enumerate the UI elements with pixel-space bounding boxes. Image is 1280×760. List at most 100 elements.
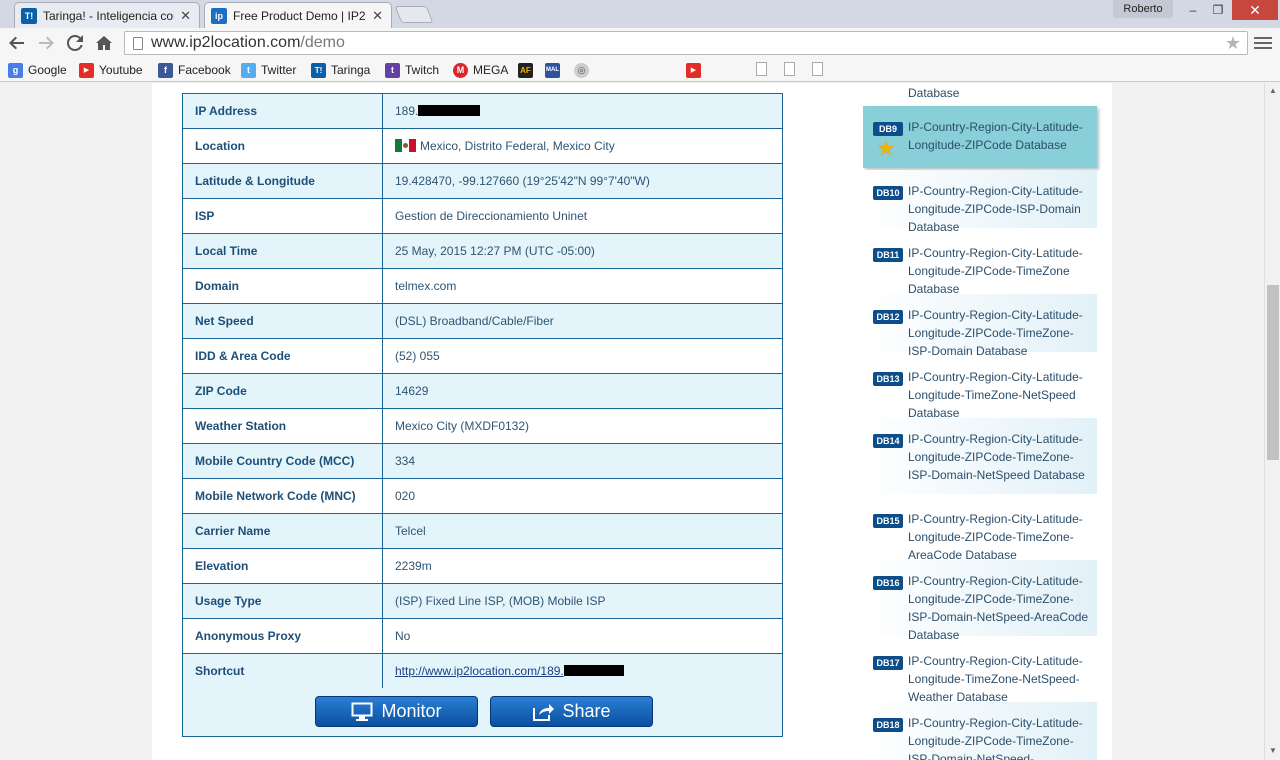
- tab-taringa[interactable]: T! Taringa! - Inteligencia colectiva ✕: [14, 2, 200, 28]
- sidebar-item-label: IP-Country-Region-City-Latitude-Longitud…: [908, 512, 1083, 562]
- db-badge: DB10: [873, 186, 903, 200]
- row-value-cell: Mexico City (MXDF0132): [382, 408, 783, 444]
- bookmark-taringa[interactable]: T! Taringa: [311, 62, 370, 78]
- page-icon: [784, 62, 795, 76]
- row-label: Elevation: [182, 548, 383, 584]
- row-label: Mobile Network Code (MNC): [182, 478, 383, 514]
- bookmark-facebook[interactable]: f Facebook: [158, 62, 231, 78]
- sidebar-item-label: IP-Country-Region-City-Latitude-Longitud…: [908, 574, 1089, 642]
- row-value-cell: (DSL) Broadband/Cable/Fiber: [382, 303, 783, 339]
- bookmark-film[interactable]: ◎: [574, 62, 594, 78]
- table-row: Weather Station Mexico City (MXDF0132): [182, 408, 783, 444]
- close-window-button[interactable]: ✕: [1232, 0, 1278, 20]
- bookmark-youtube-2[interactable]: ▶: [686, 62, 706, 78]
- profile-button[interactable]: Roberto: [1113, 0, 1173, 18]
- address-bar[interactable]: www.ip2location.com/demo ★: [124, 31, 1248, 55]
- sidebar-item-db13[interactable]: DB13 IP-Country-Region-City-Latitude-Long…: [863, 356, 1097, 420]
- new-tab-button[interactable]: [394, 6, 434, 23]
- close-tab-icon[interactable]: ✕: [372, 8, 383, 24]
- bookmark-google[interactable]: g Google: [8, 62, 67, 78]
- minimize-button[interactable]: –: [1183, 0, 1203, 20]
- table-row: Shortcut http://www.ip2location.com/189.: [182, 653, 783, 689]
- table-row: Latitude & Longitude 19.428470, -99.12766…: [182, 163, 783, 199]
- taringa-icon: T!: [311, 62, 326, 78]
- bookmarks-bar: g Google ▶ Youtube f Facebook t Twitter T! Ta…: [0, 58, 1280, 82]
- scrollbar-thumb[interactable]: [1267, 285, 1279, 460]
- db-badge: DB16: [873, 576, 903, 590]
- sidebar-item-label: IP-Country-Region-City-Latitude-Longitud…: [908, 246, 1083, 296]
- bookmark-label: Google: [28, 63, 67, 77]
- row-label: ISP: [182, 198, 383, 234]
- row-value: 2239m: [395, 559, 432, 573]
- row-value-cell: 334: [382, 443, 783, 479]
- sidebar-item-db14[interactable]: DB14 IP-Country-Region-City-Latitude-Long…: [863, 418, 1097, 494]
- bookmark-star-icon[interactable]: ★: [1225, 33, 1241, 54]
- facebook-icon: f: [158, 62, 173, 78]
- monitor-button[interactable]: Monitor: [315, 696, 478, 727]
- forward-button[interactable]: [35, 32, 57, 54]
- close-tab-icon[interactable]: ✕: [180, 8, 191, 24]
- db-badge: DB13: [873, 372, 903, 386]
- row-value-cell: Telcel: [382, 513, 783, 549]
- row-label: Net Speed: [182, 303, 383, 339]
- row-label: Local Time: [182, 233, 383, 269]
- bookmark-mega[interactable]: M MEGA: [453, 62, 508, 78]
- row-label: Anonymous Proxy: [182, 618, 383, 654]
- row-value-cell[interactable]: http://www.ip2location.com/189.: [382, 653, 783, 689]
- twitch-icon: t: [385, 62, 400, 78]
- home-button[interactable]: [93, 32, 115, 54]
- share-button[interactable]: Share: [490, 696, 653, 727]
- reload-button[interactable]: [64, 32, 86, 54]
- row-value-cell: 020: [382, 478, 783, 514]
- row-label: Weather Station: [182, 408, 383, 444]
- row-value: telmex.com: [395, 279, 457, 293]
- maximize-button[interactable]: ❐: [1207, 0, 1229, 20]
- chrome-menu-button[interactable]: [1254, 33, 1272, 53]
- sidebar-item-db17[interactable]: DB17 IP-Country-Region-City-Latitude-Long…: [863, 640, 1097, 704]
- sidebar-item-db16[interactable]: DB16 IP-Country-Region-City-Latitude-Long…: [863, 560, 1097, 642]
- shortcut-link[interactable]: http://www.ip2location.com/189.: [395, 664, 564, 678]
- bookmark-label: Twitch: [405, 63, 440, 77]
- sidebar-item-db11[interactable]: DB11 IP-Country-Region-City-Latitude-Long…: [863, 232, 1097, 296]
- scroll-up-icon[interactable]: ▲: [1269, 86, 1277, 95]
- table-row: Domain telmex.com: [182, 268, 783, 304]
- bookmark-youtube[interactable]: ▶ Youtube: [79, 62, 143, 78]
- table-row: Elevation 2239m: [182, 548, 783, 584]
- sidebar-item-label: IP-Country-Region-City-Latitude-Longitud…: [908, 308, 1083, 358]
- sidebar-item-db15[interactable]: DB15 IP-Country-Region-City-Latitude-Long…: [863, 498, 1097, 562]
- back-button[interactable]: [6, 32, 28, 54]
- back-arrow-icon: [9, 36, 24, 50]
- db-badge: DB18: [873, 718, 903, 732]
- share-label: Share: [562, 701, 611, 721]
- url-host: www.ip2location.com: [151, 34, 301, 51]
- scroll-down-icon[interactable]: ▼: [1269, 746, 1277, 755]
- tab-ip2location[interactable]: ip Free Product Demo | IP2Location ✕: [204, 2, 392, 28]
- table-row: Mobile Country Code (MCC) 334: [182, 443, 783, 479]
- row-label: IDD & Area Code: [182, 338, 383, 374]
- bookmark-af[interactable]: AF: [518, 62, 538, 78]
- bookmark-twitter[interactable]: t Twitter: [241, 62, 296, 78]
- row-value: (ISP) Fixed Line ISP, (MOB) Mobile ISP: [395, 594, 606, 608]
- db-badge: DB11: [873, 248, 903, 262]
- monitor-icon: [351, 702, 373, 721]
- sidebar-item-label: Database: [908, 86, 960, 100]
- title-bar: T! Taringa! - Inteligencia colectiva ✕ i…: [0, 0, 1280, 28]
- row-label: ZIP Code: [182, 373, 383, 409]
- forward-arrow-icon: [39, 36, 54, 50]
- row-value-cell: Mexico, Distrito Federal, Mexico City: [382, 128, 783, 164]
- row-value: (52) 055: [395, 349, 440, 363]
- sidebar-item-db12[interactable]: DB12 IP-Country-Region-City-Latitude-Long…: [863, 294, 1097, 358]
- table-row: IDD & Area Code (52) 055: [182, 338, 783, 374]
- bookmark-mal[interactable]: MAL: [545, 62, 565, 78]
- youtube-icon: ▶: [686, 62, 701, 78]
- sidebar-item-db9[interactable]: DB9 IP-Country-Region-City-Latitude-Longi…: [863, 106, 1097, 168]
- sidebar-item-db18[interactable]: DB18 IP-Country-Region-City-Latitude-Long…: [863, 702, 1097, 760]
- row-value: 020: [395, 489, 416, 503]
- sidebar-item-db10[interactable]: DB10 IP-Country-Region-City-Latitude-Long…: [863, 170, 1097, 234]
- table-row: Carrier Name Telcel: [182, 513, 783, 549]
- bookmark-label: Taringa: [331, 63, 371, 77]
- table-row: Location Mexico, Distrito Federal, Mexico…: [182, 128, 783, 164]
- bookmark-twitch[interactable]: t Twitch: [385, 62, 439, 78]
- vertical-scrollbar[interactable]: ▲ ▼: [1264, 83, 1280, 760]
- row-value: 25 May, 2015 12:27 PM (UTC -05:00): [395, 244, 595, 258]
